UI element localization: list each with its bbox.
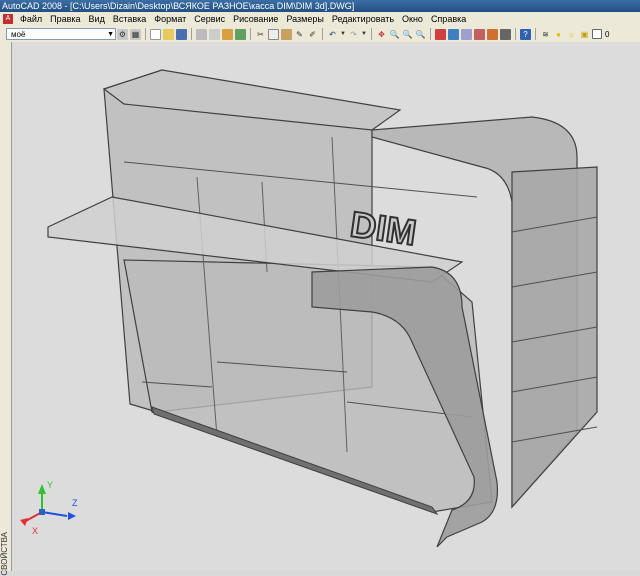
layer-color-icon[interactable] — [592, 29, 602, 39]
zoom-previous-icon[interactable]: 🔍 — [415, 29, 426, 40]
title-bar: AutoCAD 2008 - [C:\Users\Dizain\Desktop\… — [0, 0, 640, 12]
undo-dropdown-icon[interactable]: ▼ — [340, 29, 346, 40]
copy-icon[interactable] — [268, 28, 279, 40]
save-icon[interactable] — [176, 28, 187, 40]
layer-freeze-icon[interactable]: ☼ — [566, 29, 577, 40]
undo-icon[interactable]: ↶ — [327, 29, 338, 40]
workspace-value: моё — [11, 30, 26, 39]
zoom-realtime-icon[interactable]: 🔍 — [389, 29, 400, 40]
tool-palettes-icon[interactable] — [461, 28, 472, 40]
menu-tools[interactable]: Сервис — [190, 14, 229, 24]
toolbar-separator — [250, 28, 251, 40]
properties-palette-strip[interactable]: СВОЙСТВА — [0, 42, 12, 576]
help-icon[interactable]: ? — [520, 28, 531, 40]
standard-toolbar: моё ▼ ⚙ ▦ ✂ ✎ ✐ ↶ ▼ ↷ ▼ ✥ 🔍 🔍 🔍 ? ≋ ● ☼ … — [0, 26, 640, 43]
toolbar-separator — [535, 28, 536, 40]
cut-icon[interactable]: ✂ — [255, 29, 266, 40]
menu-format[interactable]: Формат — [150, 14, 190, 24]
drawing-viewport[interactable]: DIM Y X Z — [12, 42, 640, 571]
workspace-combo[interactable]: моё ▼ — [6, 28, 116, 40]
toolbar-separator — [322, 28, 323, 40]
properties-icon[interactable] — [435, 28, 446, 40]
menu-dimension[interactable]: Размеры — [282, 14, 327, 24]
menu-view[interactable]: Вид — [85, 14, 109, 24]
menu-window[interactable]: Окно — [398, 14, 427, 24]
menu-file[interactable]: Файл — [16, 14, 46, 24]
pan-icon[interactable]: ✥ — [376, 29, 387, 40]
layer-manager-icon[interactable]: ≋ — [540, 29, 551, 40]
print-preview-icon[interactable] — [209, 28, 220, 40]
workspace-settings-icon[interactable]: ⚙ — [117, 28, 128, 40]
toolbar-separator — [191, 28, 192, 40]
layer-on-icon[interactable]: ● — [553, 29, 564, 40]
redo-icon[interactable]: ↷ — [348, 29, 359, 40]
print-icon[interactable] — [196, 28, 207, 40]
toolbar-separator — [145, 28, 146, 40]
match-properties-icon[interactable]: ✎ — [294, 29, 305, 40]
window-title: AutoCAD 2008 - [C:\Users\Dizain\Desktop\… — [2, 1, 355, 11]
3d-model-view: DIM Y X Z — [20, 69, 598, 548]
menu-help[interactable]: Справка — [427, 14, 470, 24]
layer-lock-icon[interactable]: ▣ — [579, 29, 590, 40]
publish-icon[interactable] — [222, 28, 233, 40]
ucs-y-label: Y — [47, 480, 53, 490]
ucs-z-label: Z — [72, 498, 78, 508]
app-menu-icon[interactable]: A — [3, 14, 13, 24]
properties-palette-label: СВОЙСТВА — [0, 532, 9, 576]
zoom-window-icon[interactable]: 🔍 — [402, 29, 413, 40]
menu-insert[interactable]: Вставка — [109, 14, 150, 24]
3d-dwf-icon[interactable] — [235, 28, 246, 40]
sheet-set-icon[interactable] — [474, 28, 485, 40]
ucs-x-label: X — [32, 526, 38, 536]
grid-icon[interactable]: ▦ — [130, 28, 141, 40]
menu-bar: A Файл Правка Вид Вставка Формат Сервис … — [0, 12, 640, 27]
paste-icon[interactable] — [281, 28, 292, 40]
menu-draw[interactable]: Рисование — [229, 14, 282, 24]
right-side-panel — [511, 166, 598, 509]
block-editor-icon[interactable]: ✐ — [307, 29, 318, 40]
chevron-down-icon[interactable]: ▼ — [107, 29, 114, 41]
toolbar-separator — [371, 28, 372, 40]
toolbar-separator — [430, 28, 431, 40]
quickcalc-icon[interactable] — [500, 28, 511, 40]
ucs-icon: Y X Z — [20, 480, 78, 536]
redo-dropdown-icon[interactable]: ▼ — [361, 29, 367, 40]
menu-edit[interactable]: Правка — [46, 14, 84, 24]
toolbar-separator — [515, 28, 516, 40]
menu-modify[interactable]: Редактировать — [328, 14, 398, 24]
design-center-icon[interactable] — [448, 28, 459, 40]
open-file-icon[interactable] — [163, 28, 174, 40]
markup-icon[interactable] — [487, 28, 498, 40]
new-file-icon[interactable] — [150, 28, 161, 40]
layer-name[interactable]: 0 — [605, 30, 609, 39]
